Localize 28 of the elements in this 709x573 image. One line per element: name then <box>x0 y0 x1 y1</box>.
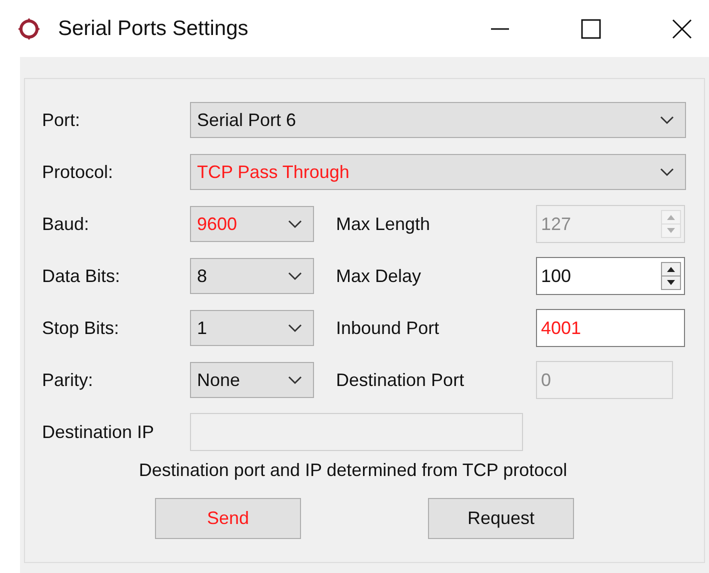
chevron-down-icon <box>287 323 303 333</box>
spin-field[interactable]: 100 <box>536 257 685 295</box>
request-button[interactable]: Request <box>428 498 574 539</box>
info-note: Destination port and IP determined from TCP protocol <box>138 459 568 482</box>
field-label: Destination IP <box>42 420 156 444</box>
window-title: Serial Ports Settings <box>58 16 248 42</box>
chevron-down-icon <box>287 271 303 281</box>
dropdown[interactable]: 8 <box>190 258 314 294</box>
dropdown[interactable]: 1 <box>190 310 314 346</box>
field-label: Stop Bits: <box>42 316 120 340</box>
spinner-arrows-icon[interactable] <box>661 262 681 290</box>
field-label: Baud: <box>42 212 90 236</box>
field-label: Protocol: <box>42 160 114 184</box>
chevron-down-icon <box>287 219 303 229</box>
chevron-down-icon <box>659 167 675 177</box>
field-label: Port: <box>42 108 82 132</box>
app-logo-icon <box>17 16 41 40</box>
field-label: Max Delay <box>336 264 422 288</box>
input-field[interactable]: 4001 <box>536 309 685 347</box>
field-label: Destination Port <box>336 368 466 392</box>
dropdown[interactable]: None <box>190 362 314 398</box>
field-label: Inbound Port <box>336 316 440 340</box>
dropdown[interactable]: Serial Port 6 <box>190 102 686 138</box>
field-label: Parity: <box>42 368 94 392</box>
field-label: Data Bits: <box>42 264 122 288</box>
field-label: Max Length <box>336 212 432 236</box>
chevron-down-icon <box>659 115 675 125</box>
chevron-down-icon <box>287 375 303 385</box>
